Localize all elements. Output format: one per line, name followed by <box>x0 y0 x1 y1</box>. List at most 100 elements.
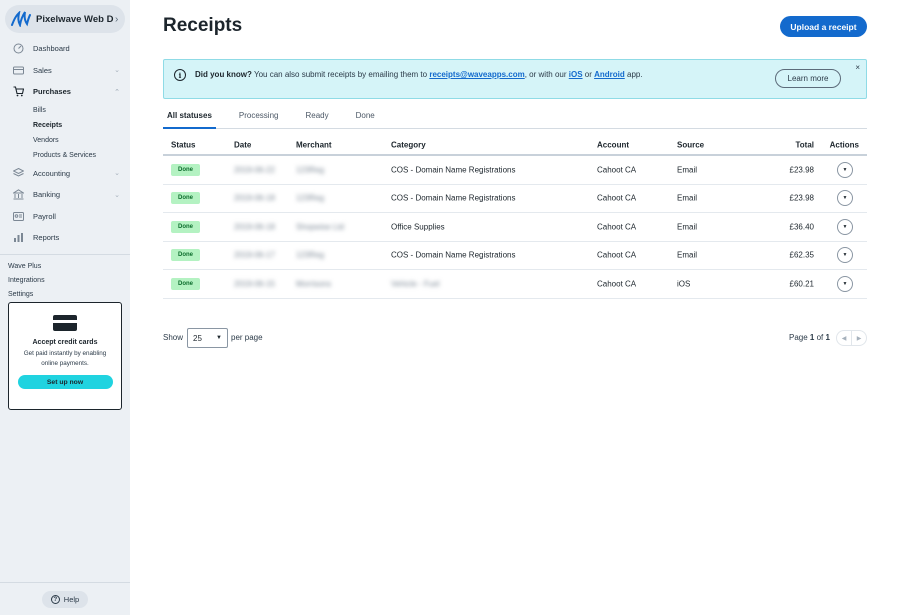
status-tabs: All statuses Processing Ready Done <box>163 110 867 129</box>
account-cell: Cahoot CA <box>597 250 637 260</box>
help-button[interactable]: ? Help <box>42 591 88 608</box>
upload-receipt-button[interactable]: Upload a receipt <box>780 16 867 37</box>
merchant-cell: 123Reg <box>296 250 325 260</box>
table-row[interactable]: Done 2019-06-17 123Reg COS - Domain Name… <box>163 242 867 270</box>
business-switcher[interactable]: Pixelwave Web D... › <box>5 5 125 33</box>
sidebar-item-integrations[interactable]: Integrations <box>0 274 130 288</box>
chevron-down-icon: ⌄ <box>114 170 120 178</box>
tab-done[interactable]: Done <box>352 110 379 128</box>
header-actions: Actions <box>829 140 859 150</box>
caret-down-icon: ▼ <box>216 335 222 341</box>
sidebar-item-label: Purchases <box>33 87 71 97</box>
tab-processing[interactable]: Processing <box>235 110 283 128</box>
header-status[interactable]: Status <box>171 141 195 150</box>
sidebar-item-wave-plus[interactable]: Wave Plus <box>0 260 130 274</box>
banner-text: app. <box>624 70 643 79</box>
next-page-icon[interactable]: ▶ <box>852 331 866 345</box>
category-cell: COS - Domain Name Registrations <box>391 250 516 260</box>
sidebar-subitem-products-services[interactable]: Products & Services <box>0 148 130 163</box>
header-account[interactable]: Account <box>597 141 629 150</box>
prev-page-icon[interactable]: ◀ <box>837 331 852 345</box>
status-badge: Done <box>171 163 200 176</box>
row-actions-dropdown-icon[interactable]: ▼ <box>837 275 853 292</box>
banner-message: Did you know? You can also submit receip… <box>195 70 643 79</box>
banner-text: You can also submit receipts by emailing… <box>251 70 430 79</box>
total-cell: £36.40 <box>789 222 814 232</box>
total-cell: £23.98 <box>789 165 814 175</box>
header-total[interactable]: Total <box>795 141 814 150</box>
header-date[interactable]: Date <box>234 141 251 150</box>
status-badge: Done <box>171 192 200 205</box>
receipts-email-link[interactable]: receipts@waveapps.com <box>429 70 524 79</box>
of-word: of <box>816 333 824 342</box>
row-actions-dropdown-icon[interactable]: ▼ <box>837 161 853 178</box>
total-cell: £23.98 <box>789 193 814 203</box>
sidebar-item-banking[interactable]: Banking ⌄ <box>0 184 130 206</box>
status-badge: Done <box>171 249 200 262</box>
merchant-cell: 123Reg <box>296 193 325 203</box>
category-cell: Vehicle - Fuel <box>391 279 440 289</box>
sidebar-item-sales[interactable]: Sales ⌄ <box>0 60 130 82</box>
sales-icon <box>13 65 24 76</box>
sidebar-item-payroll[interactable]: Payroll <box>0 206 130 228</box>
status-badge: Done <box>171 277 200 290</box>
close-icon[interactable]: × <box>855 63 860 72</box>
sidebar-subitem-bills[interactable]: Bills <box>0 103 130 118</box>
tab-all-statuses[interactable]: All statuses <box>163 110 216 129</box>
row-actions-dropdown-icon[interactable]: ▼ <box>837 190 853 207</box>
table-row[interactable]: Done 2019-06-15 Morrisons Vehicle - Fuel… <box>163 270 867 299</box>
sidebar-item-purchases[interactable]: Purchases ⌃ <box>0 81 130 103</box>
account-cell: Cahoot CA <box>597 165 637 175</box>
table-row[interactable]: Done 2019-06-22 123Reg COS - Domain Name… <box>163 156 867 185</box>
date-cell: 2019-06-22 <box>234 165 275 175</box>
header-category[interactable]: Category <box>391 141 426 150</box>
promo-title: Accept credit cards <box>32 339 98 346</box>
source-cell: Email <box>677 193 698 203</box>
learn-more-button[interactable]: Learn more <box>775 69 841 88</box>
sidebar-subitem-vendors[interactable]: Vendors <box>0 133 130 148</box>
sidebar-item-label: Sales <box>33 65 52 75</box>
header-source[interactable]: Source <box>677 141 704 150</box>
credit-card-icon <box>53 315 77 331</box>
sidebar-item-dashboard[interactable]: Dashboard <box>0 38 130 60</box>
date-cell: 2019-06-18 <box>234 193 275 203</box>
promo-text: Get paid instantly by enabling online pa… <box>23 350 107 367</box>
help-area: ? Help <box>0 582 130 615</box>
question-icon: ? <box>50 595 60 604</box>
help-label: Help <box>63 595 80 604</box>
per-page-label: per page <box>231 333 263 342</box>
show-label: Show <box>163 333 184 342</box>
account-cell: Cahoot CA <box>597 222 637 232</box>
row-actions-dropdown-icon[interactable]: ▼ <box>837 247 853 264</box>
sidebar-item-label: Accounting <box>33 168 71 178</box>
account-cell: Cahoot CA <box>597 193 637 203</box>
category-cell: Office Supplies <box>391 222 445 232</box>
source-cell: Email <box>677 222 698 232</box>
tab-ready[interactable]: Ready <box>301 110 332 128</box>
per-page-select[interactable]: 25 ▼ <box>187 328 228 348</box>
sidebar-item-reports[interactable]: Reports <box>0 227 130 249</box>
set-up-now-button[interactable]: Set up now <box>17 375 113 389</box>
merchant-cell: 123Reg <box>296 165 325 175</box>
info-icon: i <box>174 69 186 81</box>
page-title: Receipts <box>163 15 243 36</box>
status-badge: Done <box>171 220 200 233</box>
per-page-value: 25 <box>193 333 202 343</box>
banner-strong: Did you know? <box>195 70 252 79</box>
header-merchant[interactable]: Merchant <box>296 141 332 150</box>
row-actions-dropdown-icon[interactable]: ▼ <box>837 218 853 235</box>
banner-text: , or with our <box>524 70 569 79</box>
total-cell: £60.21 <box>789 279 814 289</box>
table-row[interactable]: Done 2019-06-18 123Reg COS - Domain Name… <box>163 185 867 213</box>
sidebar-item-accounting[interactable]: Accounting ⌄ <box>0 163 130 185</box>
sidebar-nav: Dashboard Sales ⌄ Purchases ⌃ Bills Rece… <box>0 38 130 302</box>
merchant-cell: Morrisons <box>296 279 332 289</box>
sidebar-item-label: Reports <box>33 233 60 243</box>
sidebar-item-settings[interactable]: Settings <box>0 288 130 302</box>
android-link[interactable]: Android <box>594 70 625 79</box>
source-cell: iOS <box>677 279 691 289</box>
sidebar-subitem-receipts[interactable]: Receipts <box>0 118 130 133</box>
date-cell: 2019-06-18 <box>234 222 275 232</box>
ios-link[interactable]: iOS <box>569 70 583 79</box>
table-row[interactable]: Done 2019-06-18 Shopwise Ltd Office Supp… <box>163 213 867 242</box>
